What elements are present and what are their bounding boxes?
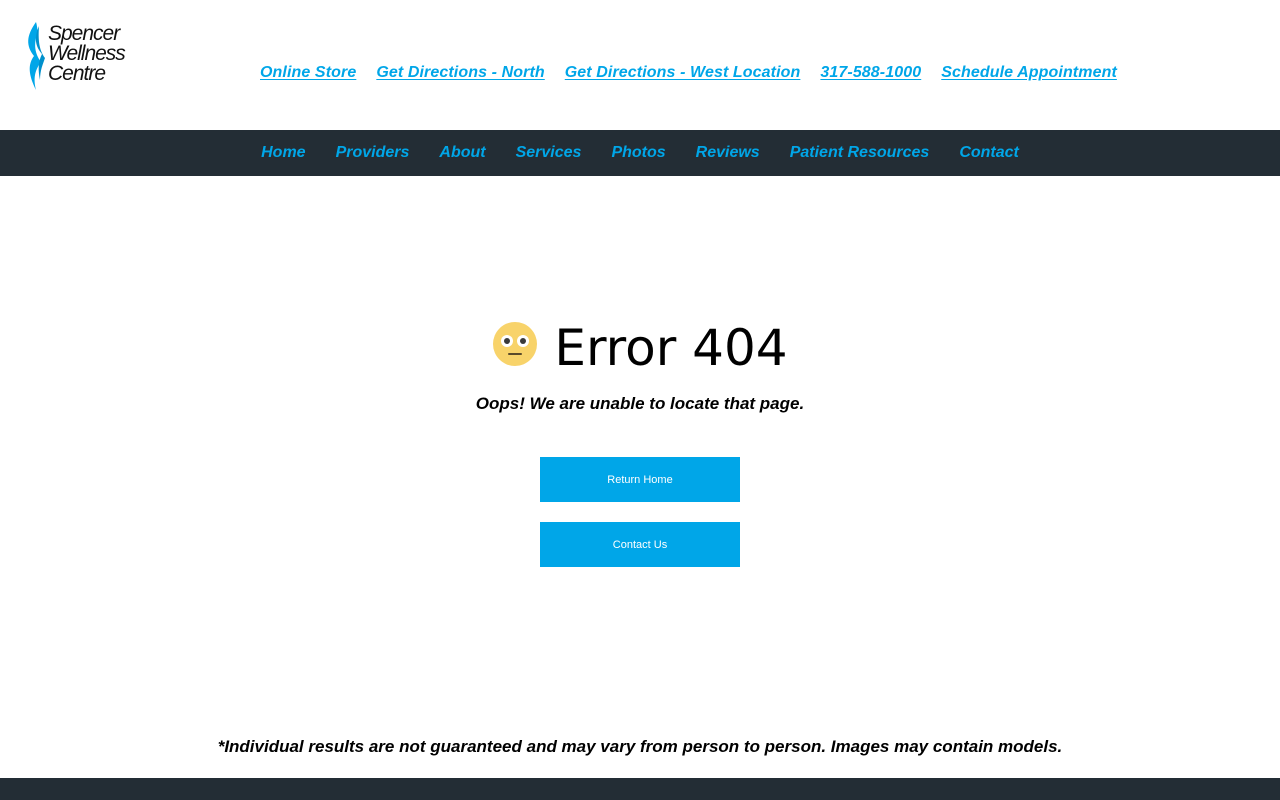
disclaimer-text: *Individual results are not guaranteed a… bbox=[217, 737, 1063, 756]
nav-item-about[interactable]: About bbox=[439, 144, 485, 162]
phone-link[interactable]: 317-588-1000 bbox=[820, 64, 921, 82]
return-home-button[interactable]: Return Home bbox=[540, 457, 740, 502]
top-links: Online Store Get Directions - North Get … bbox=[260, 64, 1117, 82]
nav-item-reviews[interactable]: Reviews bbox=[696, 144, 760, 162]
contact-us-button[interactable]: Contact Us bbox=[540, 522, 740, 567]
nav-item-photos[interactable]: Photos bbox=[611, 144, 665, 162]
flushed-face-icon bbox=[493, 322, 538, 366]
logo-line: Wellness bbox=[48, 42, 126, 65]
online-store-link[interactable]: Online Store bbox=[260, 64, 356, 82]
flame-logo-icon bbox=[28, 22, 45, 90]
logo-line: Spencer bbox=[48, 22, 120, 45]
directions-north-link[interactable]: Get Directions - North bbox=[376, 64, 544, 82]
nav-item-providers[interactable]: Providers bbox=[336, 144, 410, 162]
logo[interactable]: Spencer Wellness Centre bbox=[24, 20, 140, 106]
schedule-appointment-link[interactable]: Schedule Appointment bbox=[941, 64, 1117, 82]
page-title: Error 404 bbox=[554, 319, 788, 377]
error-heading: Error 404 bbox=[0, 318, 1280, 378]
directions-west-link[interactable]: Get Directions - West Location bbox=[565, 64, 801, 82]
logo-text: Spencer Wellness Centre bbox=[48, 22, 126, 85]
error-message: Oops! We are unable to locate that page. bbox=[475, 394, 805, 413]
footer-bar bbox=[0, 778, 1280, 800]
site-header: Spencer Wellness Centre Online Store Get… bbox=[0, 0, 1280, 130]
nav-item-contact[interactable]: Contact bbox=[959, 144, 1019, 162]
nav-item-patient-resources[interactable]: Patient Resources bbox=[790, 144, 930, 162]
logo-line: Centre bbox=[48, 62, 106, 85]
nav-item-home[interactable]: Home bbox=[261, 144, 305, 162]
main-nav: Home Providers About Services Photos Rev… bbox=[0, 130, 1280, 176]
nav-item-services[interactable]: Services bbox=[516, 144, 582, 162]
